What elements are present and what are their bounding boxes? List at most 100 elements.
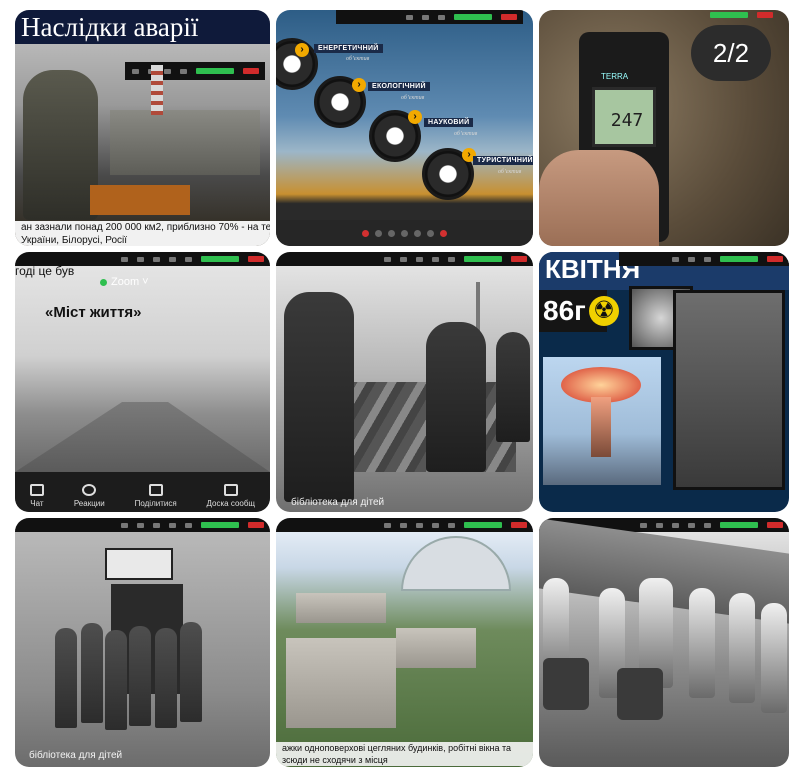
toolbar-icon [672, 256, 679, 262]
toolbar-icon [384, 522, 391, 528]
photo-person [761, 603, 787, 713]
toolbar-icon [422, 14, 429, 20]
photo-worker [426, 322, 486, 472]
sublabel: об’єктив [401, 95, 425, 101]
photo-building [296, 593, 386, 623]
control-icon [388, 229, 395, 237]
photo-person [729, 593, 755, 703]
toolbar-icon [164, 68, 171, 74]
end-meeting-indicator [248, 256, 264, 262]
share-indicator [720, 522, 758, 528]
photo-soldier [81, 623, 103, 723]
toolbar-icon [640, 522, 647, 528]
sublabel: об’єктив [454, 131, 478, 137]
end-meeting-indicator [243, 68, 259, 74]
reactions-label: Реакции [73, 499, 105, 508]
toolbar-icon [384, 256, 391, 262]
gallery-tile-5[interactable]: бібліотека для дітей [276, 252, 533, 512]
toolbar-icon [400, 522, 407, 528]
toolbar-icon [432, 522, 439, 528]
photo-liquidator [23, 70, 98, 220]
photo-mushroom-cloud [543, 357, 661, 485]
gallery-tile-6[interactable]: КВІТНЯ 86г ☢ [539, 252, 789, 512]
gallery-tile-7[interactable]: бібліотека для дітей [15, 518, 270, 767]
zoom-toolbar [276, 252, 533, 266]
end-meeting-indicator [757, 12, 773, 18]
whiteboard-button[interactable]: Доска сообщ [207, 484, 255, 508]
sublabel: об’єктив [346, 56, 370, 62]
share-indicator [710, 12, 748, 18]
control-icon [440, 229, 447, 237]
toolbar-icon [688, 256, 695, 262]
slide-caption-line2: України, Білорусі, Росії [15, 234, 270, 246]
photo-soldier [55, 628, 77, 728]
photo-stack [151, 65, 163, 115]
gallery-tile-2[interactable]: › ЕНЕРГЕТИЧНИЙ об’єктив › ЕКОЛОГІЧНИЙ об… [276, 10, 533, 246]
share-indicator [720, 256, 758, 262]
share-indicator [196, 68, 234, 74]
control-icon [414, 229, 421, 237]
toolbar-icon [438, 14, 445, 20]
meeting-controls [276, 220, 533, 246]
zoom-toolbar [619, 252, 789, 266]
end-meeting-indicator [767, 522, 783, 528]
toolbar-icon [185, 522, 192, 528]
share-icon [148, 484, 163, 496]
toolbar-icon [416, 256, 423, 262]
zoom-status-dot [100, 279, 107, 286]
arrow-icon: › [352, 78, 366, 92]
toolbar-icon [132, 68, 139, 74]
toolbar-icon [169, 522, 176, 528]
reactions-icon [82, 484, 97, 496]
photo-soldier [155, 628, 177, 728]
gallery-tile-4[interactable]: годі це був Zoom ˅ «Міст життя» Чат Реак… [15, 252, 270, 512]
label-ecology: ЕКОЛОГІЧНИЙ [368, 82, 430, 91]
slide-caption: ан зазнали понад 200 000 км2, приблизно … [15, 221, 270, 234]
end-meeting-indicator [511, 522, 527, 528]
arrow-icon: › [295, 43, 309, 57]
toolbar-icon [121, 256, 128, 262]
slide-quote: «Міст життя» [45, 304, 142, 321]
toolbar-icon [185, 256, 192, 262]
gallery-tile-3[interactable]: TERRA 247 2/2 [539, 10, 789, 246]
zoom-toolbar [276, 518, 533, 532]
zoom-toolbar [15, 518, 270, 532]
toolbar-icon [704, 522, 711, 528]
photo-worker [496, 332, 530, 442]
gallery-tile-8[interactable]: ажки одноповерхові цегляних будинків, ро… [276, 518, 533, 767]
slide-title: Наслідки аварії [15, 10, 270, 44]
photo-orange-block [90, 185, 190, 215]
share-button[interactable]: Поділитися [135, 484, 177, 508]
control-icon [375, 229, 382, 237]
control-icon [427, 229, 434, 237]
zoom-toolbar [336, 10, 523, 24]
watermark-text: бібліотека для дітей [29, 750, 123, 761]
label-tourism: ТУРИСТИЧНИЙ [473, 156, 533, 165]
toolbar-icon [448, 256, 455, 262]
toolbar-icon [180, 68, 187, 74]
device-screen: 247 [592, 87, 656, 147]
device-brand: TERRA [601, 72, 629, 81]
toolbar-icon [153, 256, 160, 262]
share-indicator [464, 256, 502, 262]
photo-soldier [129, 626, 151, 726]
slide-caption-line2: зсюди не сходячи з місця [276, 754, 533, 766]
gallery-tile-9[interactable] [539, 518, 789, 767]
toolbar-icon [137, 256, 144, 262]
reactions-button[interactable]: Реакции [74, 484, 105, 508]
end-meeting-indicator [248, 522, 264, 528]
gallery-tile-1[interactable]: Наслідки аварії ан зазнали понад 200 000… [15, 10, 270, 246]
photo-bridge-road [15, 402, 270, 472]
photo-hand [539, 150, 659, 246]
end-meeting-indicator [767, 256, 783, 262]
share-indicator [464, 522, 502, 528]
photo-reactor [673, 290, 785, 490]
device-reading: 247 [610, 110, 644, 131]
zoom-menu-label[interactable]: Zoom ˅ [111, 276, 149, 288]
share-indicator [454, 14, 492, 20]
chat-button[interactable]: Чат [29, 484, 44, 508]
end-meeting-indicator [501, 14, 517, 20]
photo-soldier [105, 630, 127, 730]
end-meeting-indicator [511, 256, 527, 262]
chat-label: Чат [30, 499, 44, 508]
